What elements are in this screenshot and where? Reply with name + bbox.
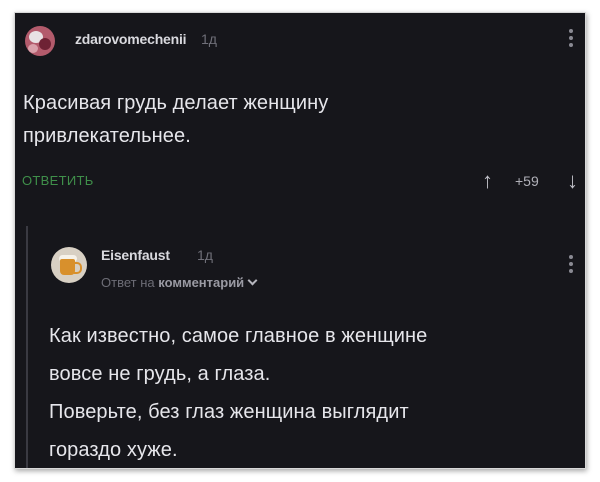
comment-text: Красивая грудь делает женщину привлекате…: [23, 92, 329, 147]
reply-reference[interactable]: Ответ на комментарий: [101, 275, 258, 290]
downvote-icon[interactable]: ↓: [567, 168, 578, 194]
comment-thread: zdarovomechenii 1д Красивая грудь делает…: [14, 12, 586, 469]
comment-author[interactable]: zdarovomechenii: [75, 31, 187, 47]
reply-text-line: Поверьте, без глаз женщина выглядит: [49, 401, 409, 423]
vertical-dots-icon[interactable]: [569, 29, 573, 47]
reply-target-link[interactable]: комментарий: [158, 275, 244, 290]
rating-count: +59: [515, 173, 539, 189]
reply-text-line: Как известно, самое главное в женщине: [49, 325, 428, 347]
user-avatar[interactable]: [51, 247, 87, 283]
vertical-dots-icon[interactable]: [569, 255, 573, 273]
user-avatar[interactable]: [25, 26, 55, 56]
reply-text: Как известно, самое главное в женщине во…: [49, 317, 569, 468]
reply-text-line: гораздо хуже.: [49, 439, 178, 461]
chevron-down-icon[interactable]: [247, 275, 258, 286]
reply-text-line: вовсе не грудь, а глаза.: [49, 363, 271, 385]
upvote-icon[interactable]: ↑: [482, 168, 493, 194]
reply-button[interactable]: ОТВЕТИТЬ: [22, 173, 94, 188]
comment-time: 1д: [201, 31, 217, 47]
reply-author[interactable]: Eisenfaust: [101, 247, 170, 263]
reply-time: 1д: [197, 247, 213, 263]
thread-line[interactable]: [26, 226, 28, 468]
reply-prefix: Ответ на: [101, 275, 155, 290]
